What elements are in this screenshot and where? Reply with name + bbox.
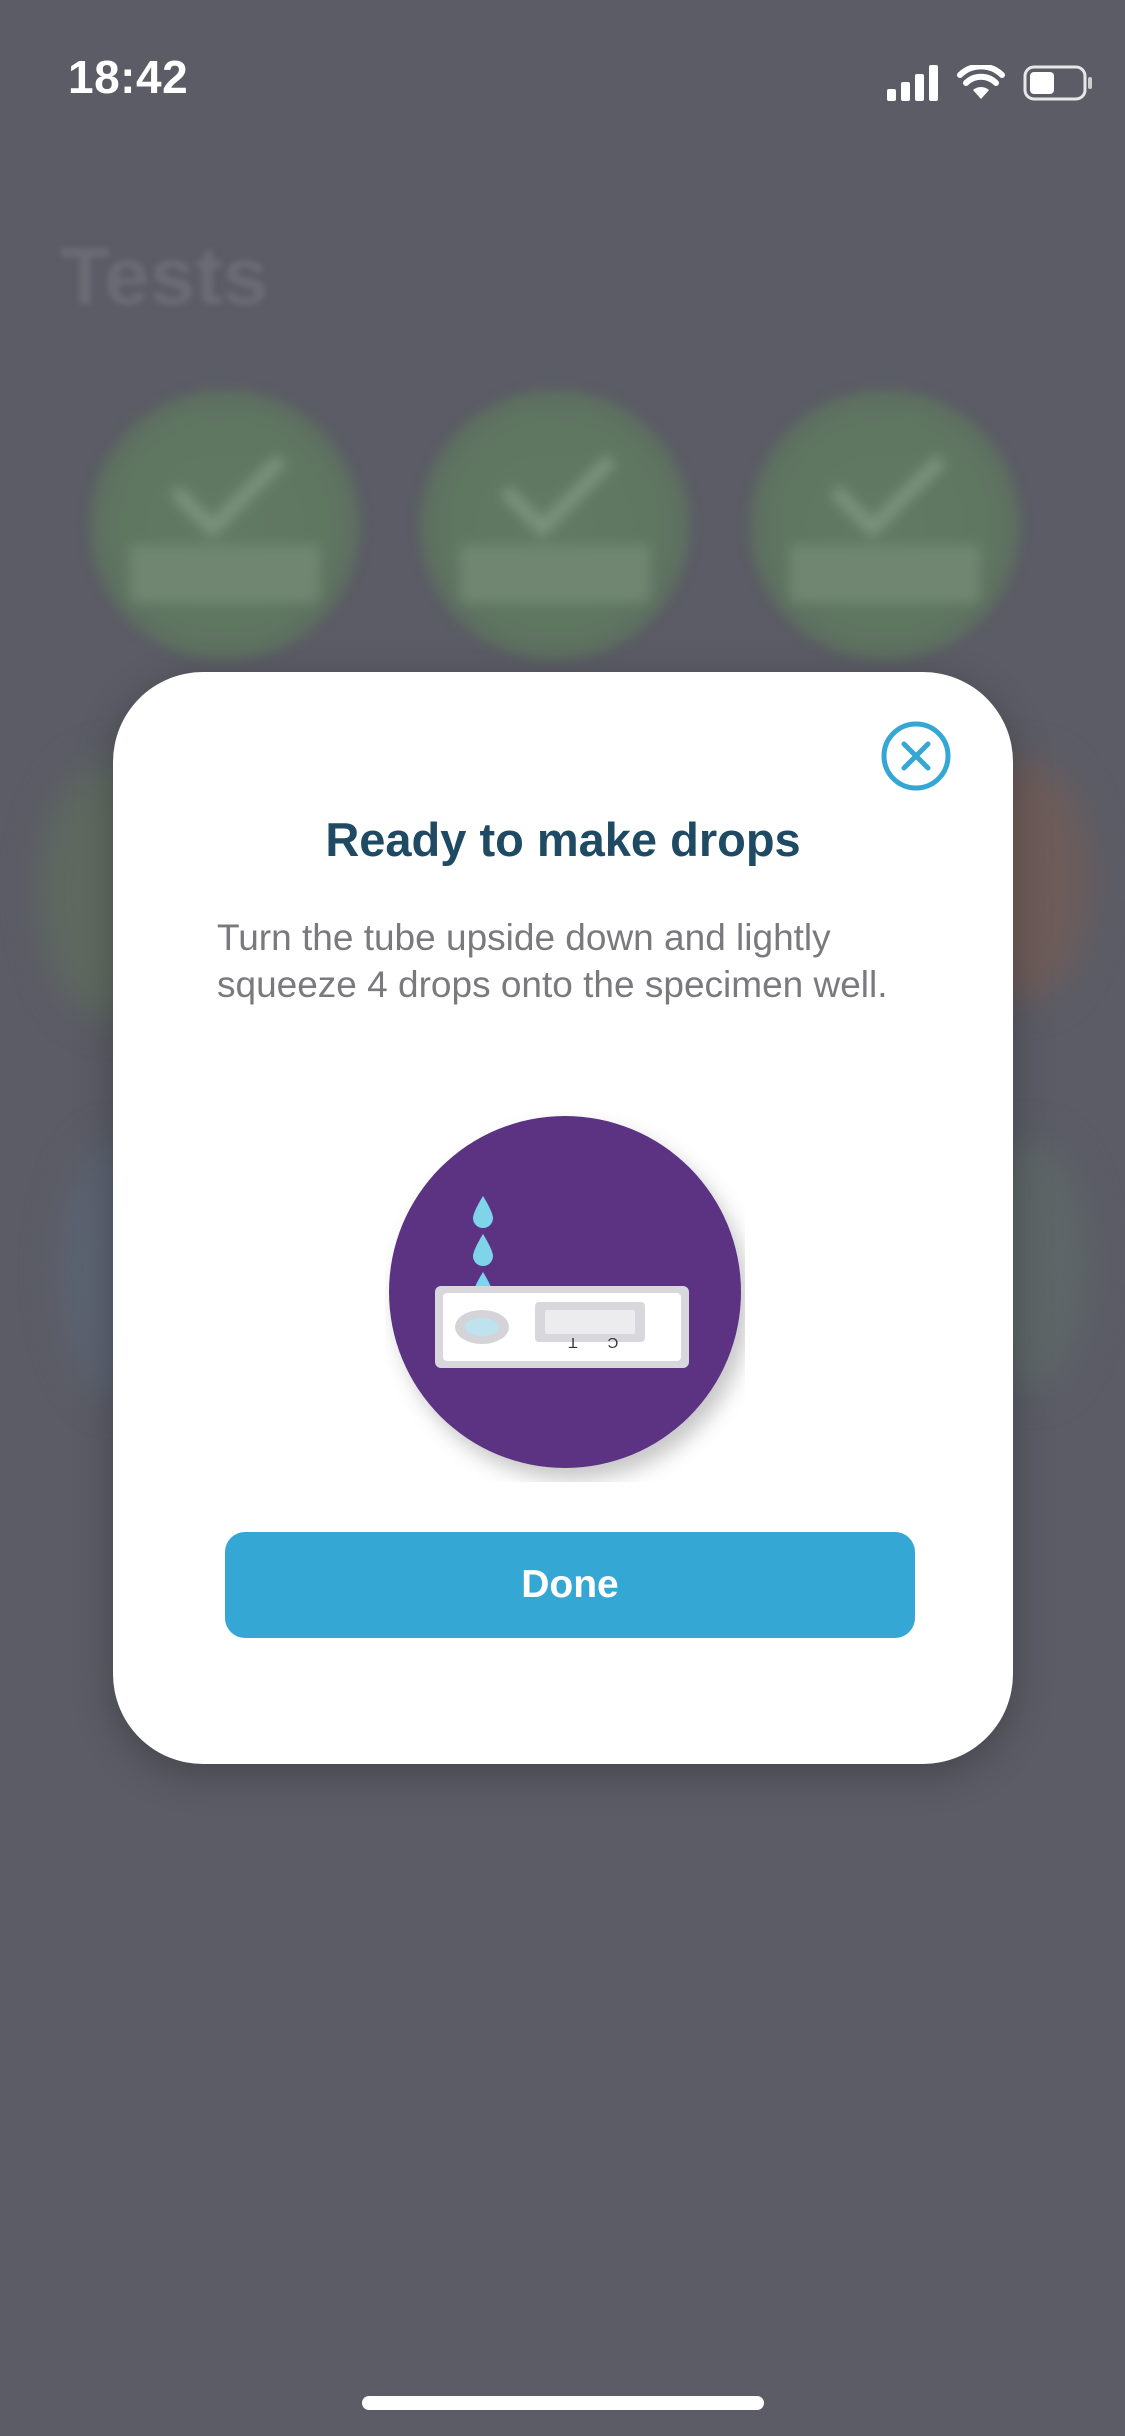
svg-text:C: C bbox=[607, 1334, 618, 1351]
status-icons bbox=[887, 58, 1093, 108]
background-test-label bbox=[790, 545, 980, 603]
svg-text:T: T bbox=[568, 1334, 577, 1351]
background-test-label bbox=[460, 545, 650, 603]
modal-dialog: Ready to make drops Turn the tube upside… bbox=[113, 672, 1013, 1764]
wifi-icon bbox=[957, 65, 1005, 99]
background-test-card bbox=[420, 390, 690, 660]
battery-icon bbox=[1023, 65, 1092, 101]
background-test-label bbox=[130, 545, 320, 603]
status-time: 18:42 bbox=[68, 51, 189, 103]
check-icon bbox=[170, 422, 286, 538]
modal-description: Turn the tube upside down and lightly sq… bbox=[217, 917, 888, 1005]
test-cassette-drops-illustration: T C bbox=[385, 1112, 745, 1482]
background-test-card bbox=[750, 390, 1020, 660]
modal-title: Ready to make drops bbox=[325, 813, 801, 866]
close-icon bbox=[881, 721, 951, 791]
background-page-title: Tests bbox=[60, 231, 269, 322]
check-icon bbox=[830, 422, 946, 538]
home-indicator[interactable] bbox=[362, 2396, 764, 2410]
close-button[interactable] bbox=[880, 720, 952, 792]
screen: Tests 18:42 Ready to make drops Turn the… bbox=[0, 0, 1125, 2436]
status-bar: 18:42 bbox=[0, 0, 1125, 150]
cellular-signal-icon bbox=[887, 65, 938, 101]
done-button[interactable]: Done bbox=[225, 1532, 915, 1638]
check-icon bbox=[500, 422, 616, 538]
background-test-card bbox=[90, 390, 360, 660]
